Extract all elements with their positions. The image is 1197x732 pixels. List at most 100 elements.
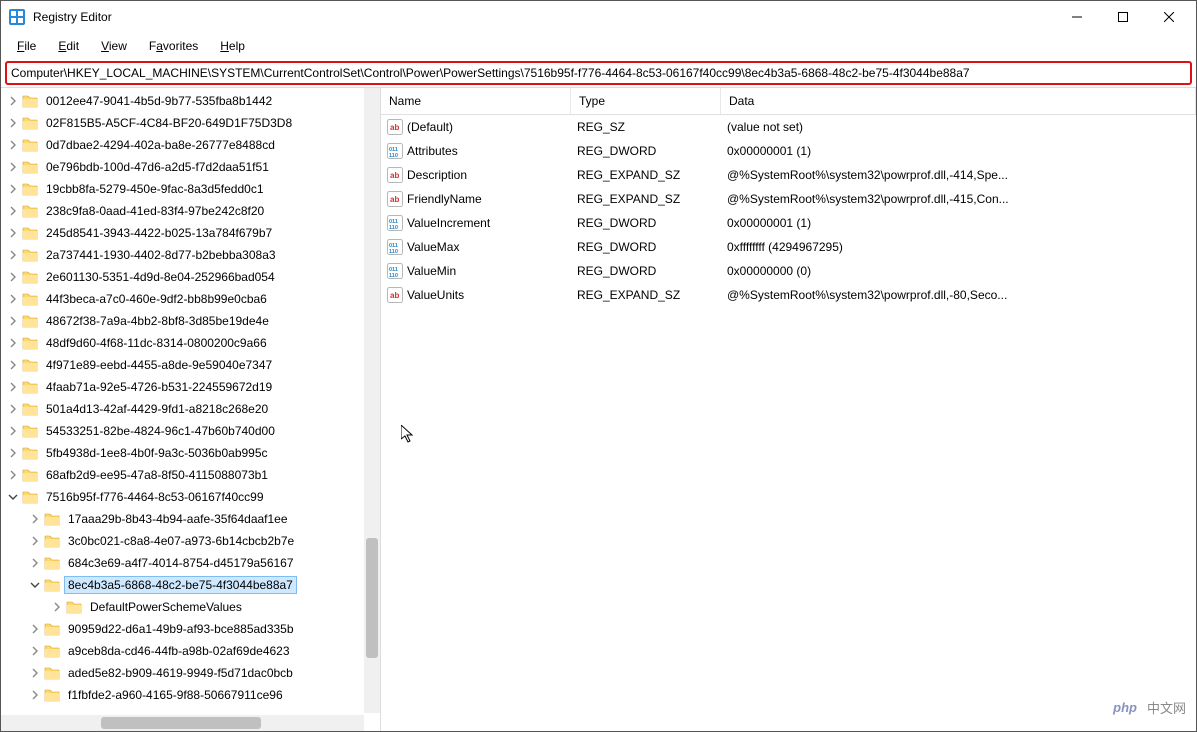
menu-favorites[interactable]: Favorites: [139, 35, 208, 57]
tree-item-label: aded5e82-b909-4619-9949-f5d71dac0bcb: [65, 665, 296, 681]
string-value-icon: [387, 191, 403, 207]
tree-item[interactable]: 245d8541-3943-4422-b025-13a784f679b7: [1, 222, 380, 244]
tree-item[interactable]: 48672f38-7a9a-4bb2-8bf8-3d85be19de4e: [1, 310, 380, 332]
tree-item[interactable]: 238c9fa8-0aad-41ed-83f4-97be242c8f20: [1, 200, 380, 222]
chevron-right-icon[interactable]: [5, 118, 21, 128]
tree-item[interactable]: a9ceb8da-cd46-44fb-a98b-02af69de4623: [1, 640, 380, 662]
chevron-right-icon[interactable]: [5, 96, 21, 106]
chevron-right-icon[interactable]: [5, 470, 21, 480]
tree-hscrollbar[interactable]: [1, 715, 364, 731]
tree-item[interactable]: 8ec4b3a5-6868-48c2-be75-4f3044be88a7: [1, 574, 380, 596]
tree-item[interactable]: 68afb2d9-ee95-47a8-8f50-4115088073b1: [1, 464, 380, 486]
tree-vscrollbar[interactable]: [364, 88, 380, 713]
folder-icon: [43, 687, 61, 703]
tree-item[interactable]: DefaultPowerSchemeValues: [1, 596, 380, 618]
chevron-right-icon[interactable]: [49, 602, 65, 612]
chevron-right-icon[interactable]: [5, 228, 21, 238]
chevron-right-icon[interactable]: [5, 316, 21, 326]
chevron-right-icon[interactable]: [27, 668, 43, 678]
folder-icon: [43, 643, 61, 659]
chevron-right-icon[interactable]: [27, 690, 43, 700]
tree-item[interactable]: 4f971e89-eebd-4455-a8de-9e59040e7347: [1, 354, 380, 376]
chevron-right-icon[interactable]: [5, 360, 21, 370]
chevron-right-icon[interactable]: [5, 250, 21, 260]
tree-item[interactable]: 4faab71a-92e5-4726-b531-224559672d19: [1, 376, 380, 398]
list-row[interactable]: ValueIncrementREG_DWORD0x00000001 (1): [381, 211, 1196, 235]
tree-item[interactable]: 501a4d13-42af-4429-9fd1-a8218c268e20: [1, 398, 380, 420]
value-name: Description: [407, 168, 467, 182]
chevron-right-icon[interactable]: [5, 184, 21, 194]
value-type: REG_DWORD: [571, 216, 721, 230]
value-type: REG_EXPAND_SZ: [571, 192, 721, 206]
tree-item[interactable]: 17aaa29b-8b43-4b94-aafe-35f64daaf1ee: [1, 508, 380, 530]
chevron-right-icon[interactable]: [5, 404, 21, 414]
list-row[interactable]: FriendlyNameREG_EXPAND_SZ@%SystemRoot%\s…: [381, 187, 1196, 211]
list-row[interactable]: (Default)REG_SZ(value not set): [381, 115, 1196, 139]
close-button[interactable]: [1146, 1, 1192, 33]
col-header-type[interactable]: Type: [571, 88, 721, 114]
tree-item[interactable]: 19cbb8fa-5279-450e-9fac-8a3d5fedd0c1: [1, 178, 380, 200]
chevron-right-icon[interactable]: [27, 514, 43, 524]
chevron-right-icon[interactable]: [5, 448, 21, 458]
chevron-right-icon[interactable]: [27, 558, 43, 568]
tree-item[interactable]: 44f3beca-a7c0-460e-9df2-bb8b99e0cba6: [1, 288, 380, 310]
menu-file[interactable]: File: [7, 35, 46, 57]
tree-item[interactable]: 54533251-82be-4824-96c1-47b60b740d00: [1, 420, 380, 442]
chevron-down-icon[interactable]: [5, 492, 21, 502]
tree-item-label: 2a737441-1930-4402-8d77-b2bebba308a3: [43, 247, 279, 263]
tree-item[interactable]: 0012ee47-9041-4b5d-9b77-535fba8b1442: [1, 90, 380, 112]
chevron-right-icon[interactable]: [27, 536, 43, 546]
tree-item-label: 0012ee47-9041-4b5d-9b77-535fba8b1442: [43, 93, 275, 109]
scrollbar-thumb[interactable]: [366, 538, 378, 658]
tree-item-label: DefaultPowerSchemeValues: [87, 599, 245, 615]
tree-item[interactable]: 0d7dbae2-4294-402a-ba8e-26777e8488cd: [1, 134, 380, 156]
tree-item-label: 5fb4938d-1ee8-4b0f-9a3c-5036b0ab995c: [43, 445, 271, 461]
tree-item[interactable]: 7516b95f-f776-4464-8c53-06167f40cc99: [1, 486, 380, 508]
address-bar[interactable]: Computer\HKEY_LOCAL_MACHINE\SYSTEM\Curre…: [5, 61, 1192, 85]
chevron-right-icon[interactable]: [5, 272, 21, 282]
chevron-right-icon[interactable]: [5, 162, 21, 172]
tree-item-label: 44f3beca-a7c0-460e-9df2-bb8b99e0cba6: [43, 291, 270, 307]
list-row[interactable]: DescriptionREG_EXPAND_SZ@%SystemRoot%\sy…: [381, 163, 1196, 187]
folder-icon: [43, 511, 61, 527]
list-row[interactable]: ValueMaxREG_DWORD0xffffffff (4294967295): [381, 235, 1196, 259]
tree-item[interactable]: 02F815B5-A5CF-4C84-BF20-649D1F75D3D8: [1, 112, 380, 134]
scrollbar-thumb[interactable]: [101, 717, 261, 729]
tree-item[interactable]: 48df9d60-4f68-11dc-8314-0800200c9a66: [1, 332, 380, 354]
folder-icon: [21, 489, 39, 505]
menu-view[interactable]: View: [91, 35, 137, 57]
list-row[interactable]: AttributesREG_DWORD0x00000001 (1): [381, 139, 1196, 163]
col-header-name[interactable]: Name: [381, 88, 571, 114]
tree-item[interactable]: f1fbfde2-a960-4165-9f88-50667911ce96: [1, 684, 380, 706]
folder-icon: [21, 467, 39, 483]
tree-item[interactable]: 2e601130-5351-4d9d-8e04-252966bad054: [1, 266, 380, 288]
folder-icon: [21, 247, 39, 263]
folder-icon: [21, 401, 39, 417]
chevron-right-icon[interactable]: [5, 382, 21, 392]
list-row[interactable]: ValueUnitsREG_EXPAND_SZ@%SystemRoot%\sys…: [381, 283, 1196, 307]
tree-item[interactable]: 684c3e69-a4f7-4014-8754-d45179a56167: [1, 552, 380, 574]
tree-item[interactable]: 5fb4938d-1ee8-4b0f-9a3c-5036b0ab995c: [1, 442, 380, 464]
list-row[interactable]: ValueMinREG_DWORD0x00000000 (0): [381, 259, 1196, 283]
maximize-button[interactable]: [1100, 1, 1146, 33]
tree-item[interactable]: 0e796bdb-100d-47d6-a2d5-f7d2daa51f51: [1, 156, 380, 178]
chevron-down-icon[interactable]: [27, 580, 43, 590]
value-type: REG_EXPAND_SZ: [571, 288, 721, 302]
tree-item-label: 238c9fa8-0aad-41ed-83f4-97be242c8f20: [43, 203, 267, 219]
tree-item[interactable]: 2a737441-1930-4402-8d77-b2bebba308a3: [1, 244, 380, 266]
tree-item[interactable]: aded5e82-b909-4619-9949-f5d71dac0bcb: [1, 662, 380, 684]
menu-edit[interactable]: Edit: [48, 35, 89, 57]
chevron-right-icon[interactable]: [5, 426, 21, 436]
chevron-right-icon[interactable]: [5, 206, 21, 216]
chevron-right-icon[interactable]: [5, 140, 21, 150]
chevron-right-icon[interactable]: [5, 338, 21, 348]
chevron-right-icon[interactable]: [5, 294, 21, 304]
menu-help[interactable]: Help: [210, 35, 255, 57]
chevron-right-icon[interactable]: [27, 646, 43, 656]
chevron-right-icon[interactable]: [27, 624, 43, 634]
col-header-data[interactable]: Data: [721, 88, 1196, 114]
tree-item[interactable]: 90959d22-d6a1-49b9-af93-bce885ad335b: [1, 618, 380, 640]
tree-container[interactable]: 0012ee47-9041-4b5d-9b77-535fba8b1442 02F8…: [1, 88, 380, 731]
tree-item[interactable]: 3c0bc021-c8a8-4e07-a973-6b14cbcb2b7e: [1, 530, 380, 552]
minimize-button[interactable]: [1054, 1, 1100, 33]
